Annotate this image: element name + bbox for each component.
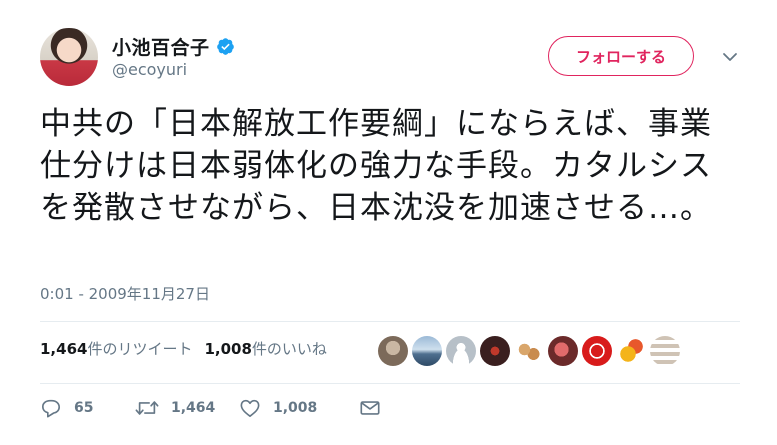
chevron-down-icon[interactable] xyxy=(722,48,738,61)
liker-avatar[interactable] xyxy=(582,336,612,366)
tweet-card: 小池百合子 @ecoyuri フォローする 中共の「日本解放工作要綱」にならえば… xyxy=(0,0,777,445)
liker-avatar[interactable] xyxy=(514,336,544,366)
like-stat[interactable]: 1,008件のいいね xyxy=(204,338,326,359)
verified-badge-icon xyxy=(216,37,235,56)
like-count: 1,008 xyxy=(273,400,318,416)
timestamp[interactable]: 0:01 - 2009年11月27日 xyxy=(40,283,210,304)
retweet-stat-count: 1,464 xyxy=(40,340,88,358)
envelope-icon xyxy=(359,399,381,417)
author-name-row: 小池百合子 xyxy=(112,33,235,60)
reply-count: 65 xyxy=(74,400,94,416)
divider xyxy=(40,383,740,384)
follow-button[interactable]: フォローする xyxy=(548,36,694,76)
reply-icon xyxy=(40,398,62,418)
liker-avatar[interactable] xyxy=(650,336,680,366)
retweet-stat-label: 件のリツイート xyxy=(87,340,193,358)
retweet-stat[interactable]: 1,464件のリツイート xyxy=(40,338,192,359)
liker-avatar[interactable] xyxy=(480,336,510,366)
like-stat-count: 1,008 xyxy=(204,340,252,358)
avatar[interactable] xyxy=(40,28,98,86)
liker-avatar[interactable] xyxy=(446,336,476,366)
tweet-actions: 65 1,464 1,008 xyxy=(40,398,381,418)
display-name[interactable]: 小池百合子 xyxy=(112,33,210,60)
tweet-stats: 1,464件のリツイート 1,008件のいいね xyxy=(40,338,339,359)
liker-avatar[interactable] xyxy=(616,336,646,366)
liker-avatars xyxy=(378,336,680,366)
tweet-text: 中共の「日本解放工作要綱」にならえば、事業仕分けは日本弱体化の強力な手段。カタル… xyxy=(40,106,712,226)
handle[interactable]: @ecoyuri xyxy=(112,60,187,79)
heart-icon xyxy=(239,398,261,418)
direct-message-button[interactable] xyxy=(359,399,381,417)
retweet-icon xyxy=(135,399,159,417)
retweet-button[interactable]: 1,464 xyxy=(135,399,239,417)
liker-avatar[interactable] xyxy=(412,336,442,366)
like-button[interactable]: 1,008 xyxy=(239,398,359,418)
retweet-count: 1,464 xyxy=(171,400,216,416)
reply-button[interactable]: 65 xyxy=(40,398,135,418)
like-stat-label: 件のいいね xyxy=(251,340,327,358)
liker-avatar[interactable] xyxy=(548,336,578,366)
liker-avatar[interactable] xyxy=(378,336,408,366)
divider xyxy=(40,321,740,322)
